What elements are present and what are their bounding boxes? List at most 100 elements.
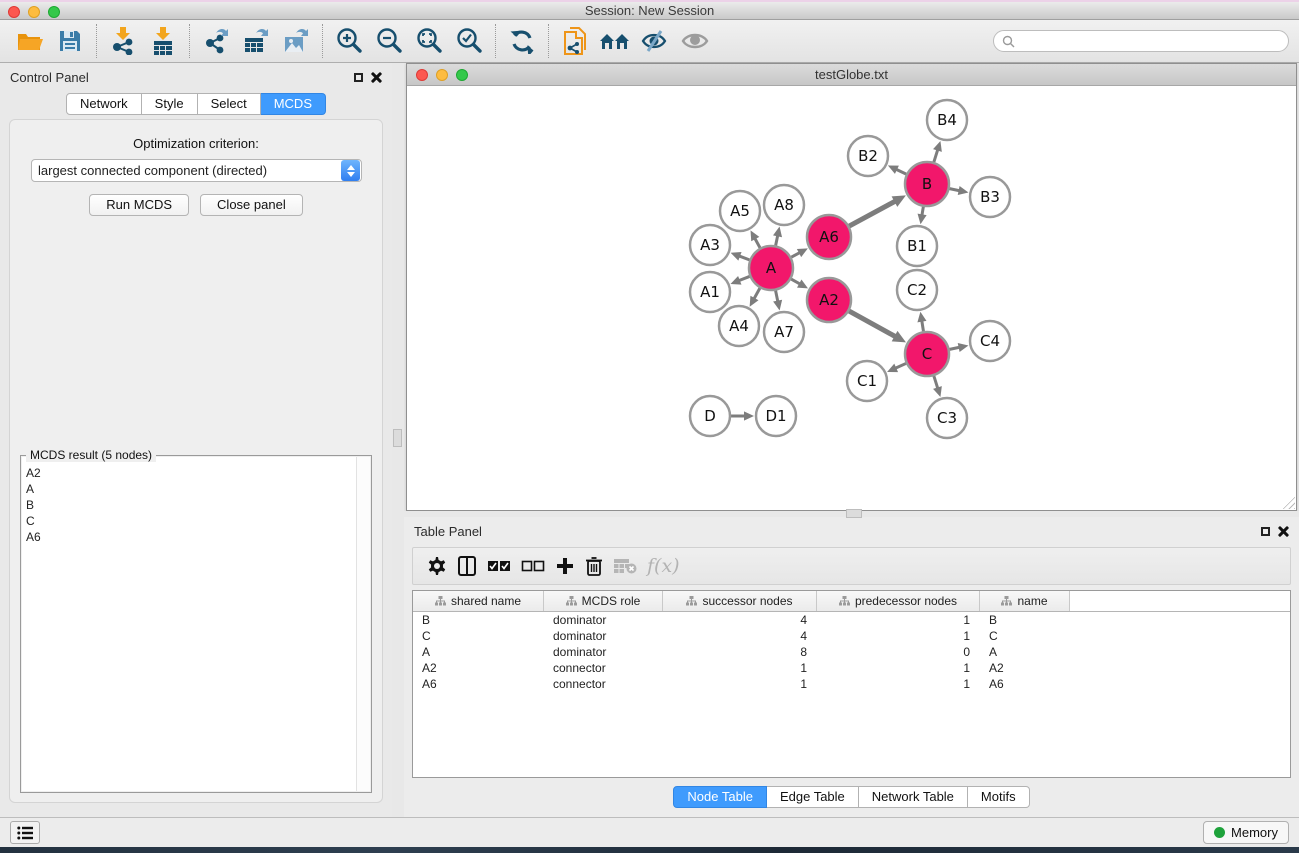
hide-selected-button[interactable] (635, 23, 675, 59)
table-cell[interactable]: A (980, 644, 1070, 660)
tab-style[interactable]: Style (142, 93, 198, 115)
mcds-result-list[interactable]: A2ABCA6 (22, 457, 356, 791)
table-cell[interactable]: 1 (817, 628, 980, 644)
memory-button[interactable]: Memory (1203, 821, 1289, 844)
delete-column-button[interactable] (585, 553, 603, 579)
table-row[interactable]: Cdominator41C (413, 628, 1290, 644)
table-cell[interactable]: dominator (544, 612, 663, 628)
network-canvas[interactable]: B4B2BB3A5A8A6A3B1AA1C2A2A4A7CC4C1C3DD1 (407, 86, 1296, 510)
result-item[interactable]: A6 (26, 529, 352, 545)
table-cell[interactable]: 4 (663, 628, 817, 644)
table-cell[interactable]: connector (544, 660, 663, 676)
graph-edge[interactable] (791, 279, 800, 284)
table-row[interactable]: A6connector11A6 (413, 676, 1290, 692)
zoom-in-button[interactable] (329, 23, 369, 59)
graph-edge[interactable] (934, 376, 938, 388)
close-panel-icon[interactable] (371, 72, 382, 83)
unselect-all-columns-button[interactable] (521, 553, 545, 579)
graph-edge[interactable] (849, 311, 895, 337)
graph-edge[interactable] (776, 235, 778, 245)
select-all-columns-button[interactable] (487, 553, 511, 579)
export-table-button[interactable] (236, 23, 276, 59)
table-cell[interactable]: C (413, 628, 544, 644)
graph-edge[interactable] (755, 238, 760, 248)
table-row[interactable]: Adominator80A (413, 644, 1290, 660)
tab-motifs[interactable]: Motifs (968, 786, 1030, 808)
result-scrollbar[interactable] (356, 457, 370, 791)
result-item[interactable]: A (26, 481, 352, 497)
table-cell[interactable]: A (413, 644, 544, 660)
column-view-button[interactable] (457, 553, 477, 579)
graph-edge[interactable] (739, 256, 749, 260)
table-cell[interactable]: 8 (663, 644, 817, 660)
graph-edge[interactable] (791, 253, 800, 258)
column-header-MCDS-role[interactable]: MCDS role (544, 591, 663, 611)
search-input[interactable] (1020, 34, 1280, 48)
result-item[interactable]: C (26, 513, 352, 529)
delete-table-button[interactable] (613, 553, 637, 579)
refresh-button[interactable] (502, 23, 542, 59)
table-cell[interactable]: 1 (817, 676, 980, 692)
graph-edge[interactable] (922, 207, 923, 216)
tab-network[interactable]: Network (66, 93, 142, 115)
close-panel-icon[interactable] (1278, 526, 1289, 537)
table-cell[interactable]: A6 (413, 676, 544, 692)
column-header-predecessor-nodes[interactable]: predecessor nodes (817, 591, 980, 611)
zoom-out-button[interactable] (369, 23, 409, 59)
graph-edge[interactable] (776, 291, 778, 302)
table-cell[interactable]: C (980, 628, 1070, 644)
graph-edge[interactable] (922, 321, 924, 332)
table-cell[interactable]: dominator (544, 628, 663, 644)
new-network-from-selection-button[interactable] (555, 23, 595, 59)
graph-edge[interactable] (950, 347, 960, 349)
table-row[interactable]: Bdominator41B (413, 612, 1290, 628)
table-cell[interactable]: connector (544, 676, 663, 692)
table-cell[interactable]: dominator (544, 644, 663, 660)
column-header-name[interactable]: name (980, 591, 1070, 611)
tab-network-table[interactable]: Network Table (859, 786, 968, 808)
run-mcds-button[interactable]: Run MCDS (89, 194, 189, 216)
table-options-button[interactable] (425, 553, 447, 579)
criterion-dropdown[interactable]: largest connected component (directed) (31, 159, 362, 182)
column-header-shared-name[interactable]: shared name (413, 591, 544, 611)
table-cell[interactable]: 1 (663, 660, 817, 676)
table-cell[interactable]: 0 (817, 644, 980, 660)
zoom-fit-button[interactable] (409, 23, 449, 59)
import-table-button[interactable] (143, 23, 183, 59)
tab-node-table[interactable]: Node Table (673, 786, 767, 808)
search-field[interactable] (993, 30, 1289, 52)
task-history-button[interactable] (10, 821, 40, 844)
tab-mcds[interactable]: MCDS (261, 93, 326, 115)
add-column-button[interactable] (555, 553, 575, 579)
close-panel-button[interactable]: Close panel (200, 194, 303, 216)
divider-grip[interactable] (393, 429, 402, 447)
table-cell[interactable]: A2 (980, 660, 1070, 676)
column-header-successor-nodes[interactable]: successor nodes (663, 591, 817, 611)
import-network-button[interactable] (103, 23, 143, 59)
tab-edge-table[interactable]: Edge Table (767, 786, 859, 808)
table-cell[interactable]: 1 (817, 612, 980, 628)
show-all-button[interactable] (675, 23, 715, 59)
function-builder-button[interactable]: f(x) (647, 553, 680, 579)
network-window-titlebar[interactable]: testGlobe.txt (407, 64, 1296, 86)
graph-edge[interactable] (895, 363, 906, 368)
table-row[interactable]: A2connector11A2 (413, 660, 1290, 676)
table-cell[interactable]: A2 (413, 660, 544, 676)
vertical-split-divider[interactable] (392, 63, 404, 817)
table-cell[interactable]: A6 (980, 676, 1070, 692)
export-network-button[interactable] (196, 23, 236, 59)
table-cell[interactable]: 4 (663, 612, 817, 628)
horizontal-split-divider[interactable] (404, 511, 1299, 517)
table-cell[interactable]: 1 (817, 660, 980, 676)
table-cell[interactable]: B (980, 612, 1070, 628)
first-neighbors-button[interactable] (595, 23, 635, 59)
graph-edge[interactable] (896, 169, 906, 174)
table-cell[interactable]: 1 (663, 676, 817, 692)
table-cell[interactable]: B (413, 612, 544, 628)
divider-grip[interactable] (846, 509, 862, 518)
save-session-button[interactable] (50, 23, 90, 59)
tab-select[interactable]: Select (198, 93, 261, 115)
graph-edge[interactable] (849, 201, 895, 226)
open-file-button[interactable] (10, 23, 50, 59)
float-panel-icon[interactable] (1261, 527, 1270, 536)
